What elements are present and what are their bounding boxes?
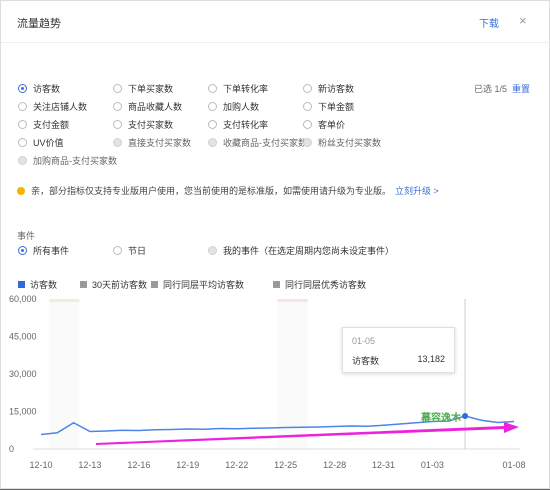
highlight-band-top (49, 299, 80, 302)
chart-tooltip: 01-05 访客数 13,182 (342, 327, 455, 373)
x-tick-label: 12-16 (127, 460, 150, 470)
watermark: 慕容逸木 (421, 413, 461, 424)
y-tick-label: 15,000 (9, 407, 37, 417)
x-tick-label: 12-19 (176, 460, 199, 470)
tooltip-date: 01-05 (352, 336, 376, 346)
tooltip-value: 13,182 (417, 354, 445, 364)
x-tick-label: 12-10 (29, 460, 52, 470)
traffic-chart: 60,000 45,000 30,000 15,000 0 12-10 12-13 12-16… (9, 294, 526, 470)
hover-point (462, 413, 469, 420)
x-tick-label: 12-25 (274, 460, 297, 470)
x-tick-label: 12-22 (225, 460, 248, 470)
x-tick-label: 01-03 (421, 460, 444, 470)
y-tick-label: 0 (9, 444, 14, 454)
y-tick-label: 45,000 (9, 332, 37, 342)
traffic-trend-dialog: 流量趋势 下载 × 访客数 下单买家数 下单转化率 新访客数 关注店铺人数 商品收藏人数加… (0, 0, 550, 489)
y-tick-label: 60,000 (9, 294, 37, 304)
highlight-band-top (277, 299, 308, 302)
x-tick-label: 01-08 (502, 460, 525, 470)
x-tick-label: 12-31 (372, 460, 395, 470)
x-tick-label: 12-28 (323, 460, 346, 470)
highlight-band (49, 299, 80, 449)
x-tick-label: 12-13 (78, 460, 101, 470)
y-tick-label: 30,000 (9, 369, 37, 379)
tooltip-series-name: 访客数 (352, 356, 380, 366)
